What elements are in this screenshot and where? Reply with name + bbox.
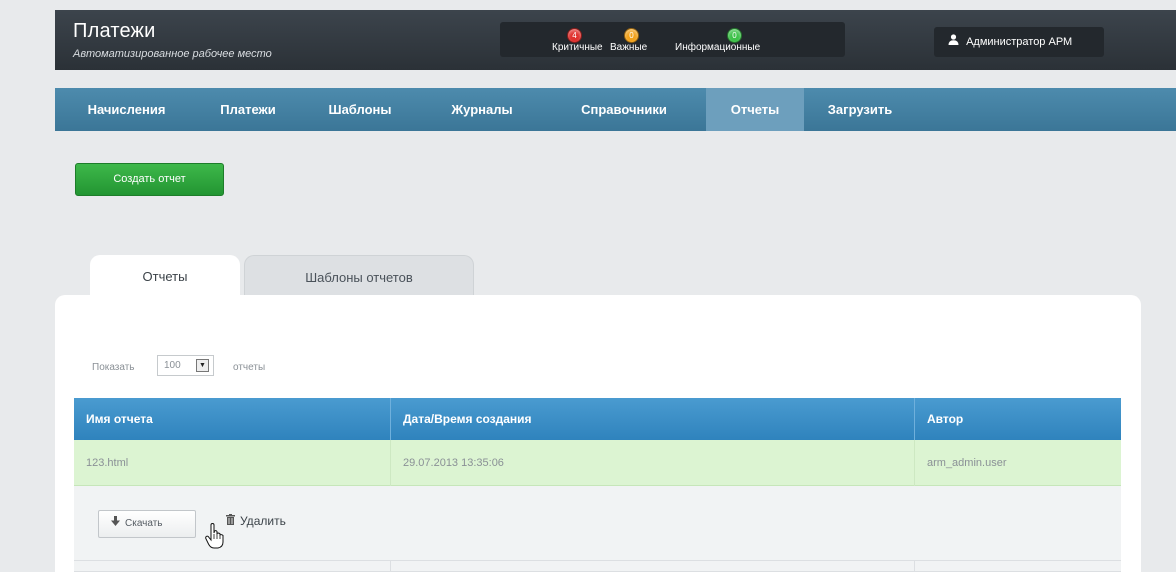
column-header-author[interactable]: Автор [914, 398, 1121, 440]
alert-important-badge: 0 [624, 28, 639, 43]
alert-critical-badge: 4 [567, 28, 582, 43]
alerts-panel: 4 Критичные 0 Важные 0 Информационные [500, 22, 845, 57]
nav-item-reports[interactable]: Отчеты [706, 88, 804, 131]
nav-item-accruals[interactable]: Начисления [55, 88, 198, 131]
column-divider [390, 560, 391, 572]
user-icon [948, 27, 959, 57]
alert-info-label: Информационные [675, 42, 761, 53]
tab-report-templates[interactable]: Шаблоны отчетов [244, 255, 474, 295]
delete-label: Удалить [240, 514, 286, 528]
alert-critical-label: Критичные [552, 42, 603, 53]
trash-icon [226, 514, 235, 528]
divider [74, 560, 1121, 561]
column-header-created[interactable]: Дата/Время создания [390, 398, 914, 440]
page-size-value: 100 [164, 360, 181, 371]
column-divider [914, 560, 915, 572]
main-nav: Начисления Платежи Шаблоны Журналы Справ… [55, 88, 1176, 131]
user-name: Администратор АРМ [966, 36, 1073, 48]
user-menu[interactable]: Администратор АРМ [934, 27, 1104, 57]
hand-cursor-icon [205, 522, 227, 549]
download-button[interactable]: Скачать [98, 510, 196, 538]
show-label: Показать [92, 362, 135, 373]
alert-info[interactable]: 0 Информационные [675, 28, 761, 53]
nav-item-payments[interactable]: Платежи [198, 88, 298, 131]
tab-reports[interactable]: Отчеты [90, 255, 240, 295]
download-label: Скачать [125, 518, 163, 529]
table-row[interactable]: 123.html 29.07.2013 13:35:06 arm_admin.u… [74, 440, 1121, 486]
column-header-name[interactable]: Имя отчета [74, 398, 390, 440]
table-header: Имя отчета Дата/Время создания Автор [74, 398, 1121, 440]
app-title: Платежи [73, 20, 156, 42]
page-size-select[interactable]: 100 ▼ [157, 355, 214, 376]
alert-important[interactable]: 0 Важные [610, 28, 648, 53]
app-header: Платежи Автоматизированное рабочее место… [55, 10, 1176, 70]
download-icon [111, 511, 120, 537]
nav-item-journals[interactable]: Журналы [422, 88, 542, 131]
create-report-button[interactable]: Создать отчет [75, 163, 224, 196]
delete-button[interactable]: Удалить [226, 514, 286, 528]
chevron-down-icon: ▼ [196, 359, 209, 372]
alert-critical[interactable]: 4 Критичные [552, 28, 603, 53]
nav-item-templates[interactable]: Шаблоны [298, 88, 422, 131]
cell-created: 29.07.2013 13:35:06 [390, 440, 914, 486]
alert-info-badge: 0 [727, 28, 742, 43]
nav-item-upload[interactable]: Загрузить [804, 88, 916, 131]
cell-author: arm_admin.user [914, 440, 1121, 486]
alert-important-label: Важные [610, 42, 648, 53]
nav-item-references[interactable]: Справочники [542, 88, 706, 131]
app-subtitle: Автоматизированное рабочее место [73, 48, 272, 60]
cell-report-name: 123.html [86, 457, 129, 469]
show-suffix: отчеты [233, 362, 266, 373]
